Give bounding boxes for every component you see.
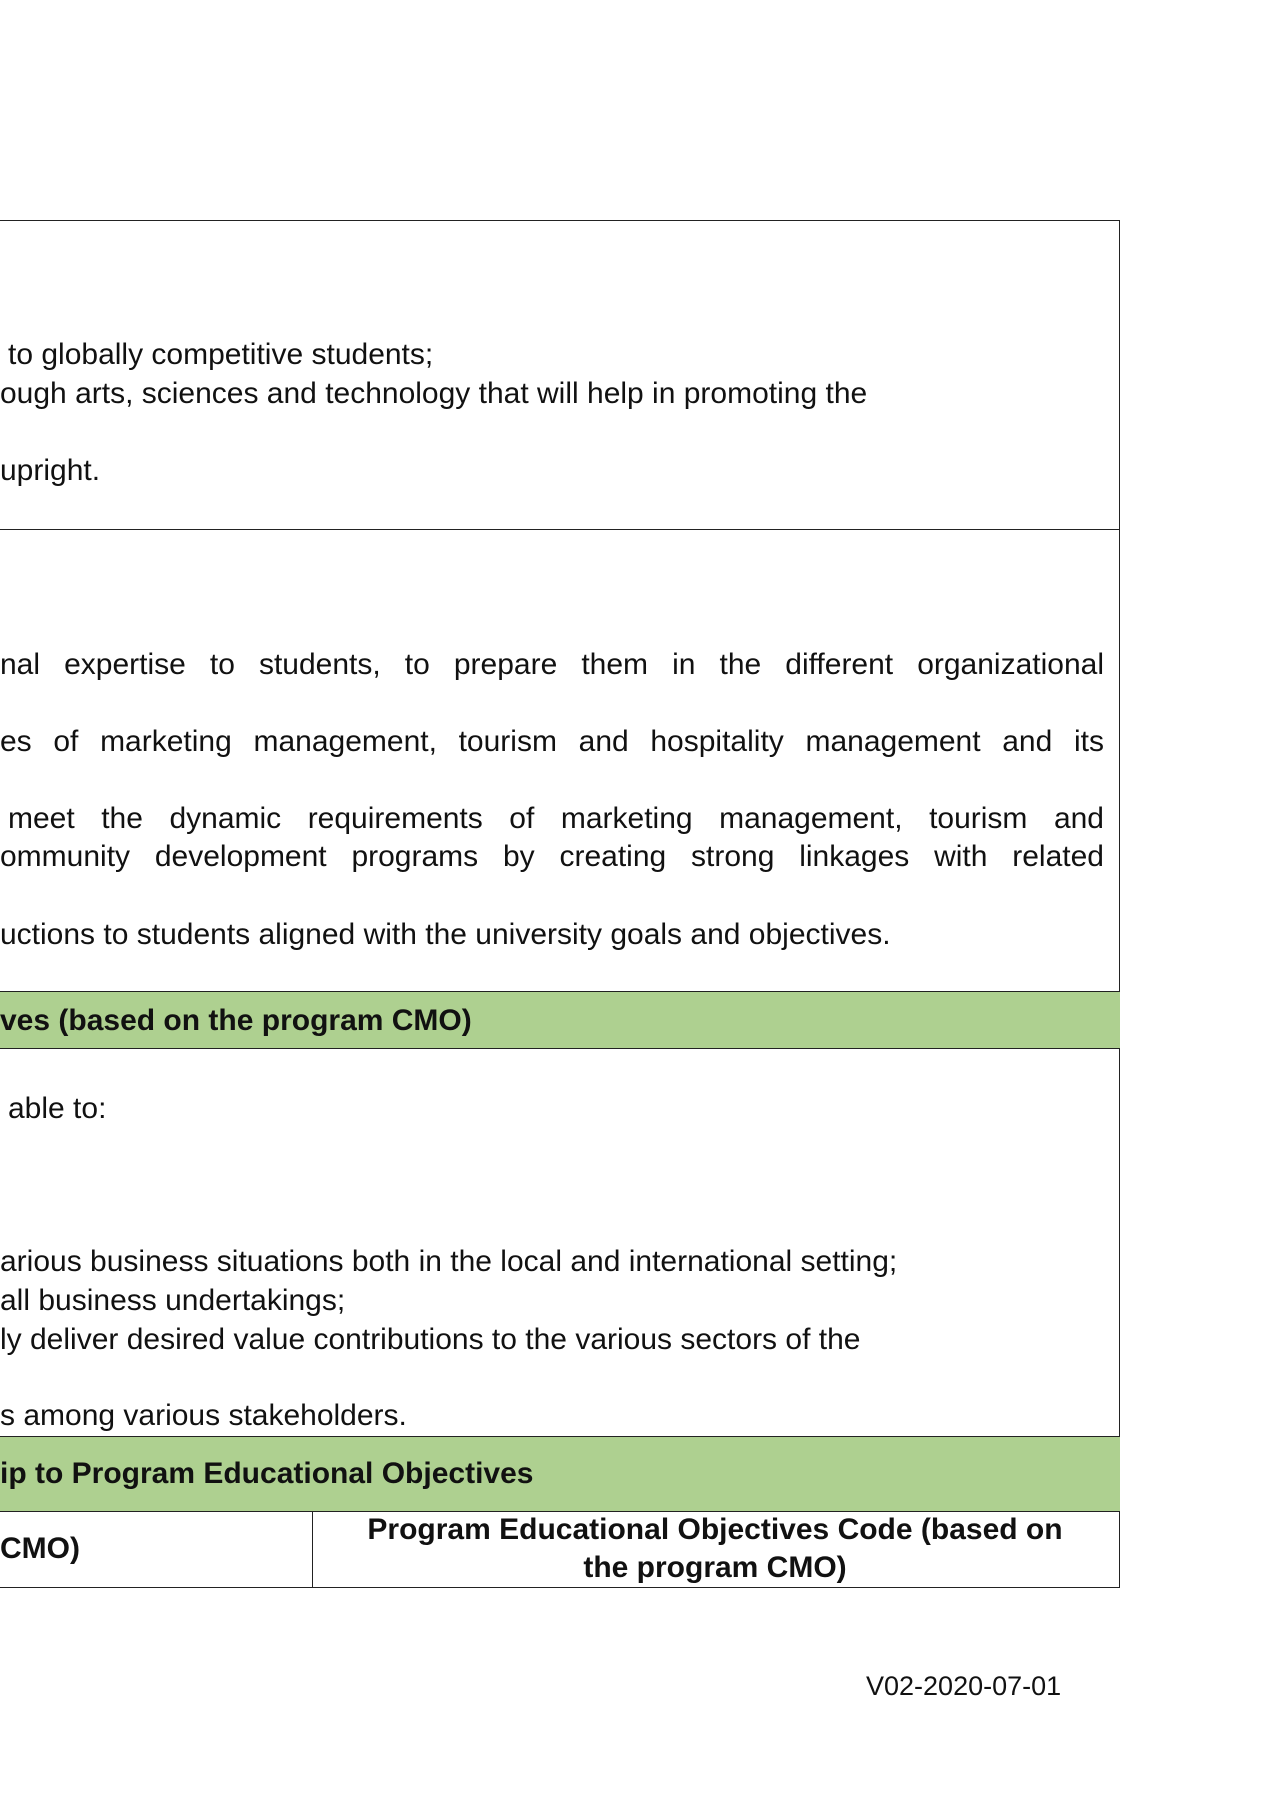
peo-line-4: s among various stakeholders. bbox=[0, 1399, 407, 1432]
section-divider bbox=[0, 529, 1120, 530]
outline-table bbox=[0, 220, 1120, 1588]
table-header-left: CMO) bbox=[0, 1532, 80, 1565]
peo-header-title: ves (based on the program CMO) bbox=[0, 1004, 472, 1037]
mission-line-2: es of marketing management, tourism and … bbox=[0, 725, 1104, 758]
table-header-right-line-1: Program Educational Objectives Code (bas… bbox=[367, 1513, 1063, 1546]
peo-line-3: ly deliver desired value contributions t… bbox=[0, 1323, 861, 1356]
document-page: to globally competitive students; ough a… bbox=[0, 0, 1273, 1800]
mission-line-1: nal expertise to students, to prepare th… bbox=[0, 648, 1104, 681]
mission-line-3: meet the dynamic requirements of marketi… bbox=[8, 802, 1104, 835]
peo-line-1: arious business situations both in the l… bbox=[0, 1245, 898, 1278]
table-header-right-line-2: the program CMO) bbox=[583, 1551, 847, 1584]
vision-line-2: ough arts, sciences and technology that … bbox=[0, 377, 868, 410]
vision-line-3: upright. bbox=[0, 454, 101, 487]
mission-line-5: uctions to students aligned with the uni… bbox=[0, 918, 891, 951]
peo-line-2: all business undertakings; bbox=[0, 1284, 346, 1317]
peo-intro: able to: bbox=[8, 1092, 107, 1125]
version-footer: V02-2020-07-01 bbox=[866, 1671, 1062, 1701]
relationship-header-title: ip to Program Educational Objectives bbox=[0, 1457, 534, 1490]
mission-line-4: ommunity development programs by creatin… bbox=[0, 840, 1104, 873]
table-header-right: Program Educational Objectives Code (bas… bbox=[312, 1510, 1118, 1588]
vision-line-1: to globally competitive students; bbox=[8, 338, 434, 371]
